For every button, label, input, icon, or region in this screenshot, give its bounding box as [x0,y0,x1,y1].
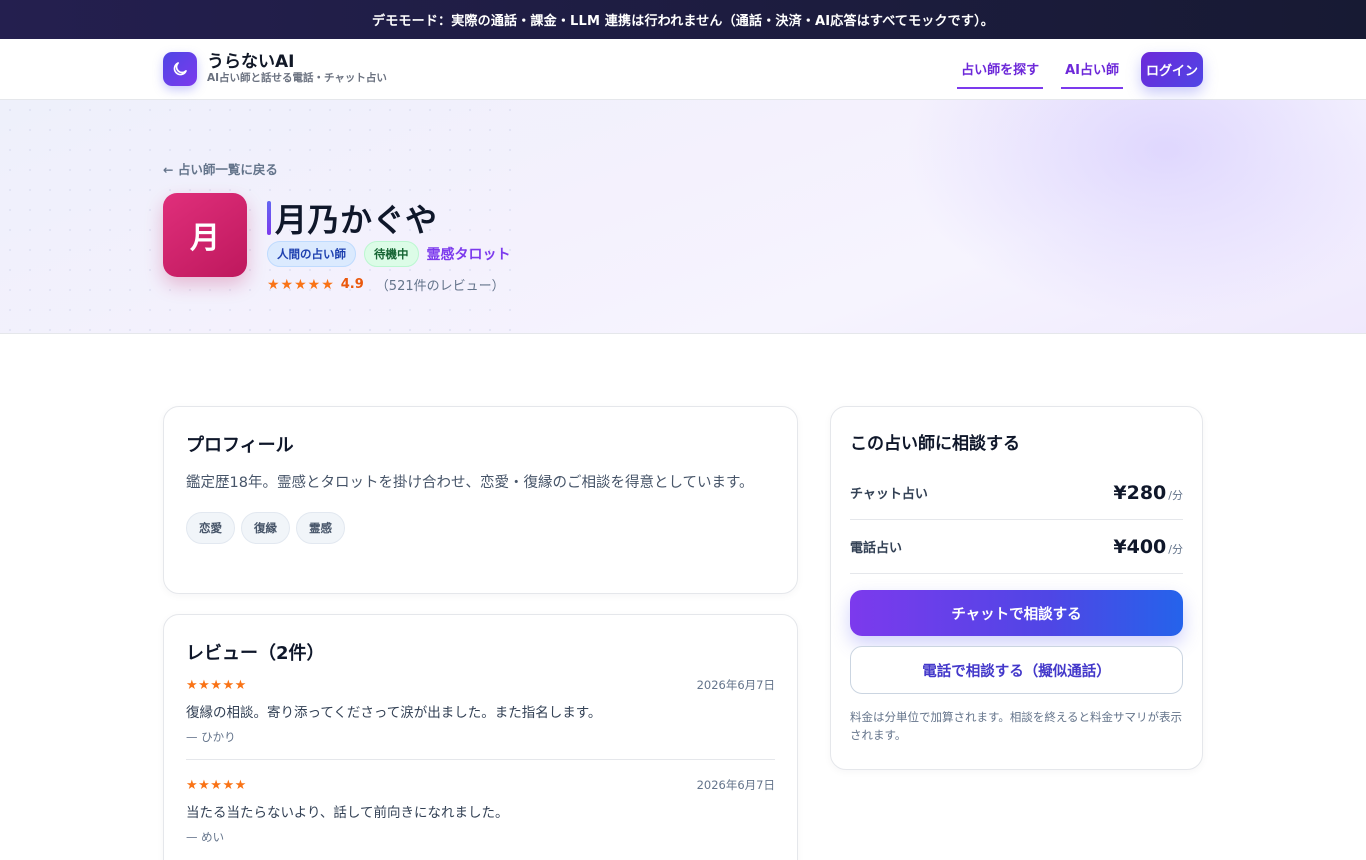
back-to-list-link[interactable]: ← 占い師一覧に戻る [163,159,278,178]
review-body: 復縁の相談。寄り添ってくださって涙が出ました。また指名します。 [186,705,602,721]
nav-find-fortune-teller[interactable]: 占い師を探す [957,49,1044,89]
review-date: 2026年6月7日 [696,678,775,692]
brand[interactable]: うらないAI AI占い師と話せる電話・チャット占い [163,52,387,86]
name-accent-bar [267,201,271,235]
chat-price-row: チャット占い ¥280/分 [850,466,1183,520]
review-stars-icon: ★★★★★ [186,777,247,793]
brand-name: うらないAI [207,52,295,72]
review-item: ★★★★★ 2026年6月7日 復縁の相談。寄り添ってくださって涙が出ました。ま… [186,665,775,745]
phone-price-unit: /分 [1168,542,1183,556]
rating-row: ★★★★★ 4.9 （521件のレビュー） [267,275,505,295]
rating-stars-icon: ★★★★★ [267,276,335,293]
phone-price-row: 電話占い ¥400/分 [850,520,1183,574]
chat-price-label: チャット占い [850,487,928,502]
profile-card: プロフィール 鑑定歴18年。霊感とタロットを掛け合わせ、恋愛・復縁のご相談を得意… [163,406,798,594]
billing-note: 料金は分単位で加算されます。相談を終えると料金サマリが表示されます。 [850,710,1183,742]
consult-title: この占い師に相談する [850,434,1020,454]
review-author: — ひかり [186,730,236,744]
fortune-teller-name: 月乃かぐや [275,201,438,239]
review-date: 2026年6月7日 [696,778,775,792]
avatar: 月 [163,193,247,277]
tag-list: 恋愛 復縁 霊感 [186,512,775,544]
review-body: 当たる当たらないより、話して前向きになれました。 [186,805,509,821]
chat-consult-button[interactable]: チャットで相談する [850,590,1183,636]
chat-price-unit: /分 [1168,488,1183,502]
site-header: うらないAI AI占い師と話せる電話・チャット占い 占い師を探す AI占い師 ロ… [0,39,1366,100]
phone-consult-button[interactable]: 電話で相談する（擬似通話） [850,646,1183,694]
moon-icon [163,52,197,86]
hero-dot-pattern [0,100,520,333]
review-author: — めい [186,830,225,844]
login-button[interactable]: ログイン [1140,51,1203,87]
reviews-title: レビュー（2件） [186,643,325,664]
hero-glow [906,100,1366,320]
profile-title: プロフィール [186,435,294,456]
name-row: 月乃かぐや [267,195,438,241]
brand-tagline: AI占い師と話せる電話・チャット占い [207,72,387,84]
consult-card: この占い師に相談する チャット占い ¥280/分 電話占い ¥400/分 チャッ… [830,406,1203,770]
reviews-card: レビュー（2件） ★★★★★ 2026年6月7日 復縁の相談。寄り添ってくださっ… [163,614,798,860]
nav-ai-fortune-teller[interactable]: AI占い師 [1061,49,1123,89]
tag-psychic: 霊感 [296,512,345,544]
review-count: （521件のレビュー） [375,279,505,294]
status-badge: 待機中 [364,241,419,267]
demo-mode-banner: デモモード：実際の通話・課金・LLM 連携は行われません（通話・決済・AI応答は… [0,0,1366,39]
badge-row: 人間の占い師 待機中 霊感タロット [267,241,511,267]
rating-value: 4.9 [340,277,364,292]
profile-hero: ← 占い師一覧に戻る 月 月乃かぐや 人間の占い師 待機中 霊感タロット ★★★… [0,100,1366,334]
specialty-label: 霊感タロット [426,247,511,263]
chat-price-value: ¥280/分 [1113,481,1183,504]
type-badge: 人間の占い師 [267,241,356,267]
tag-reunion: 復縁 [241,512,290,544]
phone-price-label: 電話占い [850,541,903,556]
review-stars-icon: ★★★★★ [186,677,247,693]
tag-love: 恋愛 [186,512,235,544]
main-nav: 占い師を探す AI占い師 ログイン [957,49,1203,89]
phone-price-value: ¥400/分 [1113,535,1183,558]
profile-text: 鑑定歴18年。霊感とタロットを掛け合わせ、恋愛・復縁のご相談を得意としています。 [186,475,754,491]
review-item: ★★★★★ 2026年6月7日 当たる当たらないより、話して前向きになれました。… [186,759,775,845]
demo-banner-text: デモモード：実際の通話・課金・LLM 連携は行われません（通話・決済・AI応答は… [372,14,994,29]
